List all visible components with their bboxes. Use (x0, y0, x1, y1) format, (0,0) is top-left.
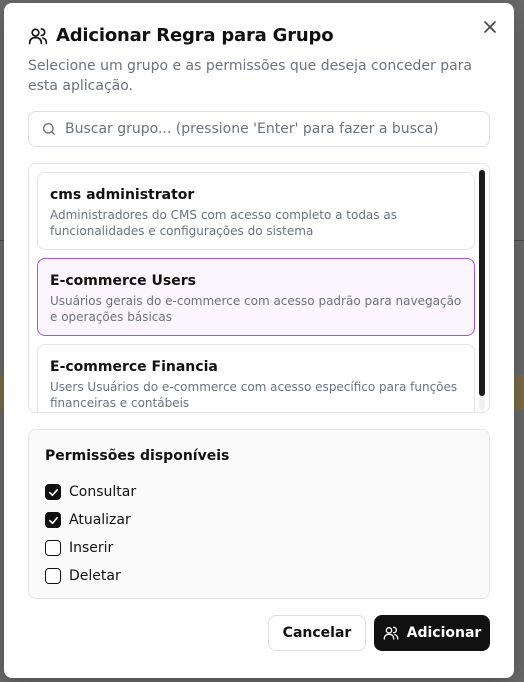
bg-divider (514, 240, 524, 241)
permission-atualizar[interactable]: Atualizar (45, 506, 473, 534)
group-item-ecommerce-financia[interactable]: E-commerce Financia Users Usuários do e-… (37, 344, 475, 412)
add-button-label: Adicionar (406, 625, 482, 641)
add-button[interactable]: Adicionar (374, 615, 490, 651)
group-description: Users Usuários do e-commerce com acesso … (50, 380, 458, 410)
group-search[interactable] (28, 111, 490, 147)
users-icon (383, 626, 398, 640)
list-scrollbar[interactable] (479, 168, 485, 410)
group-name: cms administrator (50, 187, 195, 203)
dialog-footer: Cancelar Adicionar (268, 615, 490, 651)
add-group-rule-dialog: Adicionar Regra para Grupo Selecione um … (4, 3, 514, 678)
close-button[interactable] (480, 17, 500, 37)
permission-label: Deletar (69, 568, 121, 584)
checkbox-checked[interactable] (45, 512, 61, 528)
permission-deletar[interactable]: Deletar (45, 562, 473, 590)
check-icon (48, 516, 58, 524)
permission-label: Atualizar (69, 512, 131, 528)
group-item-cms-administrator[interactable]: cms administrator Administradores do CMS… (37, 172, 475, 250)
dialog-title: Adicionar Regra para Grupo (56, 25, 334, 46)
permission-label: Consultar (69, 484, 137, 500)
check-icon (48, 488, 58, 496)
permission-consultar[interactable]: Consultar (45, 478, 473, 506)
checkbox-checked[interactable] (45, 484, 61, 500)
checkbox-unchecked[interactable] (45, 540, 61, 556)
search-icon (43, 123, 55, 135)
checkbox-unchecked[interactable] (45, 568, 61, 584)
permissions-panel: Permissões disponíveis Consultar Atualiz… (28, 429, 490, 599)
group-name: E-commerce Users (50, 273, 196, 289)
cancel-button[interactable]: Cancelar (268, 615, 366, 651)
dialog-subtitle: Selecione um grupo e as permissões que d… (28, 58, 473, 94)
group-item-ecommerce-users[interactable]: E-commerce Users Usuários gerais do e-co… (37, 258, 475, 336)
scrollbar-thumb[interactable] (479, 170, 485, 396)
group-description: Administradores do CMS com acesso comple… (50, 208, 397, 238)
permissions-title: Permissões disponíveis (45, 448, 230, 464)
dialog-header: Adicionar Regra para Grupo (28, 25, 334, 46)
bg-chip (514, 375, 524, 409)
permission-inserir[interactable]: Inserir (45, 534, 473, 562)
close-icon (484, 21, 496, 33)
users-icon (28, 27, 48, 44)
group-name: E-commerce Financia (50, 359, 218, 375)
search-input[interactable] (65, 121, 485, 137)
group-description: Usuários gerais do e-commerce com acesso… (50, 294, 462, 324)
group-list[interactable]: cms administrator Administradores do CMS… (28, 163, 490, 413)
permission-label: Inserir (69, 540, 114, 556)
